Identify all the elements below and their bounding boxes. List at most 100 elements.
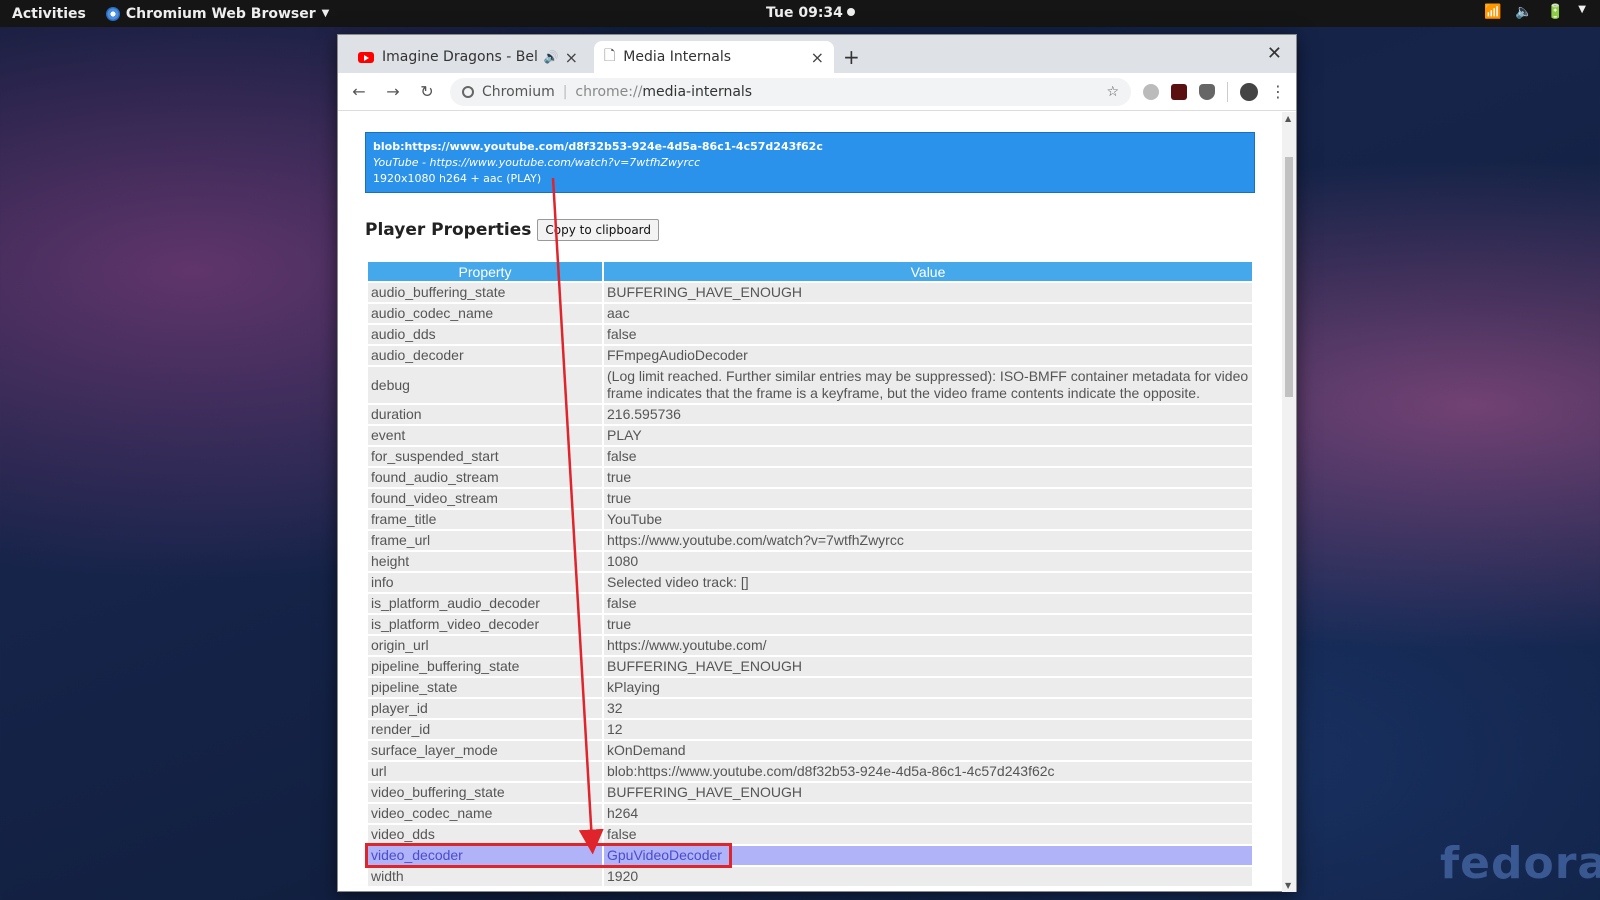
activities-button[interactable]: Activities	[0, 6, 86, 22]
property-value-cell: false	[604, 447, 1252, 466]
property-name-cell: audio_codec_name	[368, 304, 602, 323]
audio-playing-icon[interactable]: 🔊	[544, 50, 559, 64]
address-bar[interactable]: Chromium | chrome://media-internals ☆	[450, 77, 1131, 106]
property-value-cell: true	[604, 615, 1252, 634]
page-viewport: blob:https://www.youtube.com/d8f32b53-92…	[338, 112, 1296, 892]
property-value-cell: kOnDemand	[604, 741, 1252, 760]
tab-title: Imagine Dragons - Bel	[382, 49, 538, 65]
more-menu-icon[interactable]: ⋮	[1270, 82, 1286, 101]
back-icon[interactable]: ←	[348, 82, 370, 101]
table-row: pipeline_state kPlaying	[368, 678, 1252, 697]
app-menu-label: Chromium Web Browser	[125, 5, 316, 22]
property-value-cell: false	[604, 325, 1252, 344]
table-row: render_id 12	[368, 720, 1252, 739]
profile-avatar-icon[interactable]	[1240, 82, 1258, 101]
property-value-cell: kPlaying	[604, 678, 1252, 697]
tab-title: Media Internals	[623, 49, 732, 65]
chevron-down-icon: ▼	[1578, 4, 1586, 15]
property-value-cell: false	[604, 594, 1252, 613]
property-name-cell: found_audio_stream	[368, 468, 602, 487]
vertical-scrollbar[interactable]: ▲ ▼	[1282, 112, 1296, 892]
table-row: height 1080	[368, 552, 1252, 571]
property-value-cell: BUFFERING_HAVE_ENOUGH	[604, 657, 1252, 676]
property-value-cell: true	[604, 468, 1252, 487]
property-value-cell: https://www.youtube.com/	[604, 636, 1252, 655]
app-menu[interactable]: Chromium Web Browser ▼	[105, 5, 330, 22]
url-scheme: chrome://	[575, 83, 643, 100]
property-name-cell: render_id	[368, 720, 602, 739]
clock[interactable]: Tue 09:34	[766, 5, 855, 21]
table-row: audio_buffering_state BUFFERING_HAVE_ENOU…	[368, 283, 1252, 302]
player-properties-table: Property Value audio_buffering_state BUFF…	[366, 260, 1254, 888]
player-frame-line: YouTube - https://www.youtube.com/watch?…	[373, 156, 701, 169]
property-name-cell: for_suspended_start	[368, 447, 602, 466]
copy-to-clipboard-button[interactable]: Copy to clipboard	[537, 219, 660, 241]
property-value-cell: 12	[604, 720, 1252, 739]
property-value-cell: GpuVideoDecoder	[604, 846, 1252, 865]
forward-icon[interactable]: →	[382, 82, 404, 101]
table-row: surface_layer_mode kOnDemand	[368, 741, 1252, 760]
table-row: for_suspended_start false	[368, 447, 1252, 466]
property-name-cell: player_id	[368, 699, 602, 718]
section-title: Player Properties	[365, 220, 532, 240]
chevron-down-icon: ▼	[321, 8, 330, 19]
property-value-cell: aac	[604, 304, 1252, 323]
close-icon[interactable]: ×	[565, 48, 578, 67]
property-name-cell: frame_title	[368, 510, 602, 529]
tab-media-internals[interactable]: 🗋 Media Internals ×	[594, 41, 834, 73]
property-name-cell: audio_buffering_state	[368, 283, 602, 302]
property-value-cell: 1920	[604, 867, 1252, 886]
property-name-cell: pipeline_state	[368, 678, 602, 697]
omnibox-chip: Chromium	[482, 83, 555, 100]
table-row: audio_codec_name aac	[368, 304, 1252, 323]
table-row: url blob:https://www.youtube.com/d8f32b53…	[368, 762, 1252, 781]
table-row: debug (Log limit reached. Further similar…	[368, 367, 1252, 403]
system-tray[interactable]: 📶 🔈 🔋 ▼	[1484, 4, 1586, 20]
extension-icon[interactable]	[1171, 83, 1187, 100]
table-row: width 1920	[368, 867, 1252, 886]
table-row: video_decoder GpuVideoDecoder	[368, 846, 1252, 865]
property-value-cell: Selected video track: []	[604, 573, 1252, 592]
table-row: player_id 32	[368, 699, 1252, 718]
property-value-cell: FFmpegAudioDecoder	[604, 346, 1252, 365]
reload-icon[interactable]: ↻	[416, 82, 438, 101]
battery-icon: 🔋	[1546, 4, 1565, 20]
table-row: pipeline_buffering_state BUFFERING_HAVE_E…	[368, 657, 1252, 676]
property-name-cell: audio_decoder	[368, 346, 602, 365]
property-name-cell: video_codec_name	[368, 804, 602, 823]
property-value-cell: BUFFERING_HAVE_ENOUGH	[604, 283, 1252, 302]
scroll-down-icon[interactable]: ▼	[1285, 881, 1291, 890]
scrollbar-thumb[interactable]	[1285, 157, 1293, 397]
table-row: frame_title YouTube	[368, 510, 1252, 529]
player-summary: 1920x1080 h264 + aac (PLAY)	[373, 172, 542, 185]
property-value-cell: 216.595736	[604, 405, 1252, 424]
omnibox-divider: |	[562, 83, 568, 100]
new-tab-button[interactable]: +	[843, 45, 860, 69]
column-header-value: Value	[604, 262, 1252, 281]
table-row: video_codec_name h264	[368, 804, 1252, 823]
table-row: video_dds false	[368, 825, 1252, 844]
tab-youtube[interactable]: Imagine Dragons - Bel 🔊 ×	[348, 41, 588, 73]
table-row: frame_url https://www.youtube.com/watch?v…	[368, 531, 1252, 550]
property-name-cell: is_platform_video_decoder	[368, 615, 602, 634]
property-name-cell: video_buffering_state	[368, 783, 602, 802]
property-name-cell: origin_url	[368, 636, 602, 655]
player-blob-url: blob:https://www.youtube.com/d8f32b53-92…	[373, 140, 823, 153]
property-name-cell: audio_dds	[368, 325, 602, 344]
player-properties-header: Player Properties Copy to clipboard	[365, 219, 660, 241]
window-close-button[interactable]: ✕	[1267, 43, 1282, 64]
chromium-icon	[105, 6, 120, 21]
table-row: event PLAY	[368, 426, 1252, 445]
extension-icon[interactable]	[1143, 83, 1159, 100]
property-name-cell: found_video_stream	[368, 489, 602, 508]
gnome-top-bar: Activities Chromium Web Browser ▼ Tue 09…	[0, 0, 1600, 27]
selected-player-entry[interactable]: blob:https://www.youtube.com/d8f32b53-92…	[365, 132, 1255, 193]
property-value-cell: 1080	[604, 552, 1252, 571]
ublock-shield-icon[interactable]	[1199, 83, 1215, 100]
scroll-up-icon[interactable]: ▲	[1285, 114, 1291, 123]
bookmark-star-icon[interactable]: ☆	[1106, 84, 1119, 100]
property-value-cell: https://www.youtube.com/watch?v=7wtfhZwy…	[604, 531, 1252, 550]
property-value-cell: blob:https://www.youtube.com/d8f32b53-92…	[604, 762, 1252, 781]
property-value-cell: true	[604, 489, 1252, 508]
close-icon[interactable]: ×	[811, 48, 824, 67]
